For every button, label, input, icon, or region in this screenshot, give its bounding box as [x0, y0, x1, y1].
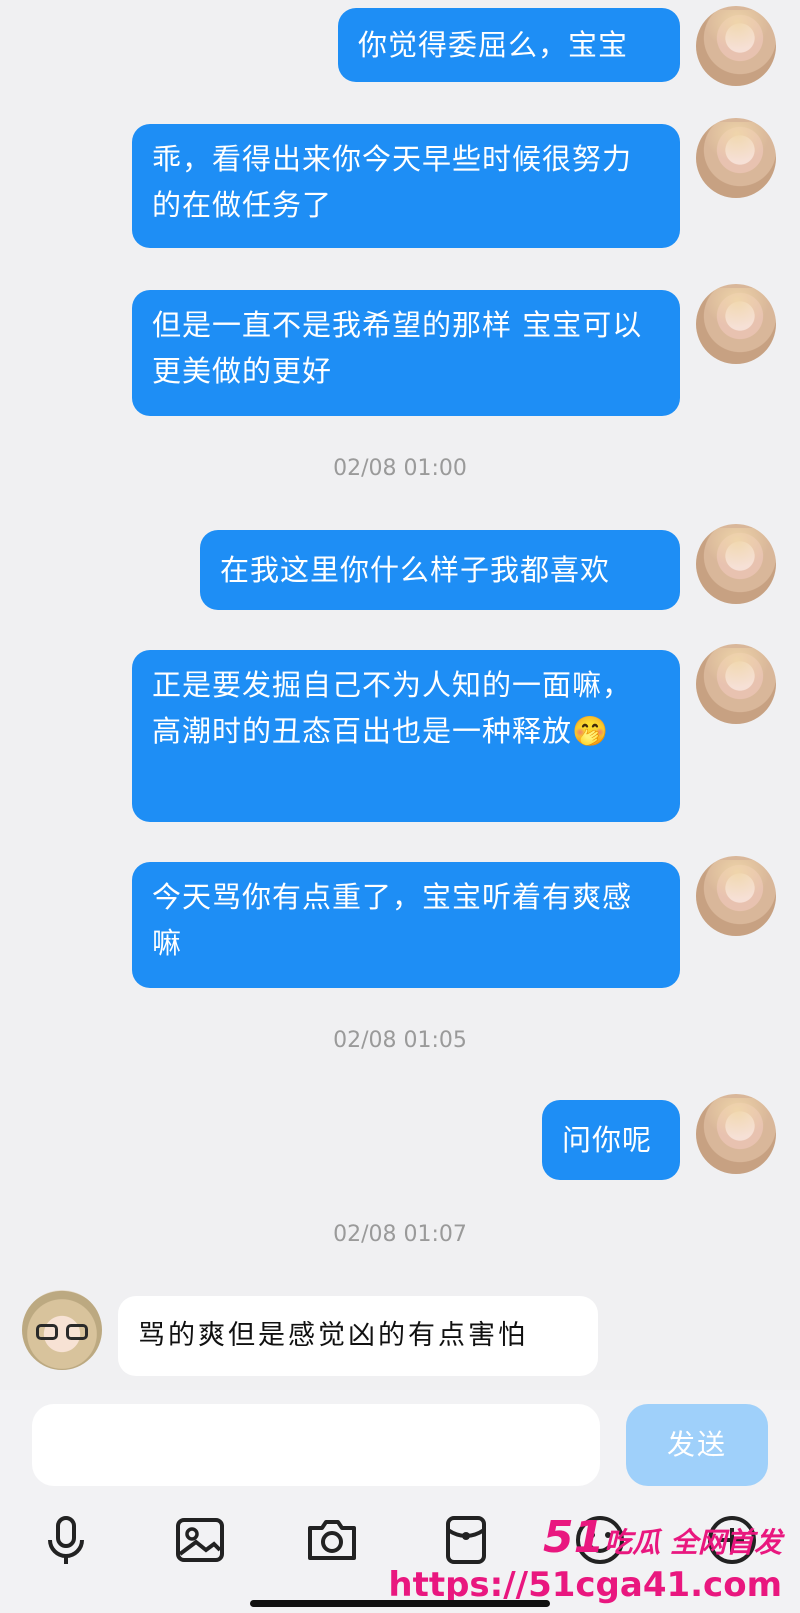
send-button[interactable]: 发送: [626, 1404, 768, 1486]
avatar[interactable]: [696, 118, 776, 198]
message-text: 今天骂你有点重了，宝宝听着有爽感嘛: [152, 880, 633, 960]
message-bubble-sent[interactable]: 乖，看得出来你今天早些时候很努力的在做任务了: [132, 124, 680, 248]
home-indicator: [250, 1600, 550, 1607]
watermark: 51吃瓜 全网首发 https://51cga41.com: [388, 1512, 782, 1605]
timestamp: 02/08 01:07: [333, 1222, 467, 1247]
timestamp: 02/08 01:00: [333, 456, 467, 481]
message-bubble-sent[interactable]: 但是一直不是我希望的那样 宝宝可以更美做的更好: [132, 290, 680, 416]
image-icon[interactable]: [170, 1510, 230, 1570]
message-text: 问你呢: [562, 1123, 653, 1157]
watermark-text: 吃瓜 全网首发: [604, 1526, 782, 1559]
microphone-icon[interactable]: [36, 1510, 96, 1570]
camera-icon[interactable]: [302, 1510, 362, 1570]
message-input[interactable]: [32, 1404, 600, 1486]
avatar[interactable]: [696, 524, 776, 604]
avatar[interactable]: [696, 856, 776, 936]
message-text: 你觉得委屈么，宝宝: [358, 28, 629, 62]
avatar[interactable]: [22, 1290, 102, 1370]
glasses-icon: [36, 1324, 88, 1342]
message-bubble-sent[interactable]: 你觉得委屈么，宝宝: [338, 8, 680, 82]
watermark-logo: 51: [543, 1512, 605, 1563]
chat-area[interactable]: 你觉得委屈么，宝宝 乖，看得出来你今天早些时候很努力的在做任务了 但是一直不是我…: [0, 0, 800, 1390]
message-text: 正是要发掘自己不为人知的一面嘛，高潮时的丑态百出也是一种释放🤭: [152, 668, 633, 748]
message-bubble-sent[interactable]: 问你呢: [542, 1100, 680, 1180]
message-bubble-sent[interactable]: 今天骂你有点重了，宝宝听着有爽感嘛: [132, 862, 680, 988]
avatar[interactable]: [696, 6, 776, 86]
message-bubble-sent[interactable]: 正是要发掘自己不为人知的一面嘛，高潮时的丑态百出也是一种释放🤭: [132, 650, 680, 822]
message-text: 在我这里你什么样子我都喜欢: [220, 553, 611, 587]
avatar[interactable]: [696, 1094, 776, 1174]
message-bubble-sent[interactable]: 在我这里你什么样子我都喜欢: [200, 530, 680, 610]
watermark-url: https://51cga41.com: [388, 1565, 782, 1605]
timestamp: 02/08 01:05: [333, 1028, 467, 1053]
avatar[interactable]: [696, 644, 776, 724]
message-text: 但是一直不是我希望的那样 宝宝可以更美做的更好: [152, 308, 643, 388]
avatar[interactable]: [696, 284, 776, 364]
message-text: 乖，看得出来你今天早些时候很努力的在做任务了: [152, 142, 633, 222]
message-bubble-received[interactable]: 骂的爽但是感觉凶的有点害怕: [118, 1296, 598, 1376]
message-text: 骂的爽但是感觉凶的有点害怕: [138, 1320, 528, 1351]
